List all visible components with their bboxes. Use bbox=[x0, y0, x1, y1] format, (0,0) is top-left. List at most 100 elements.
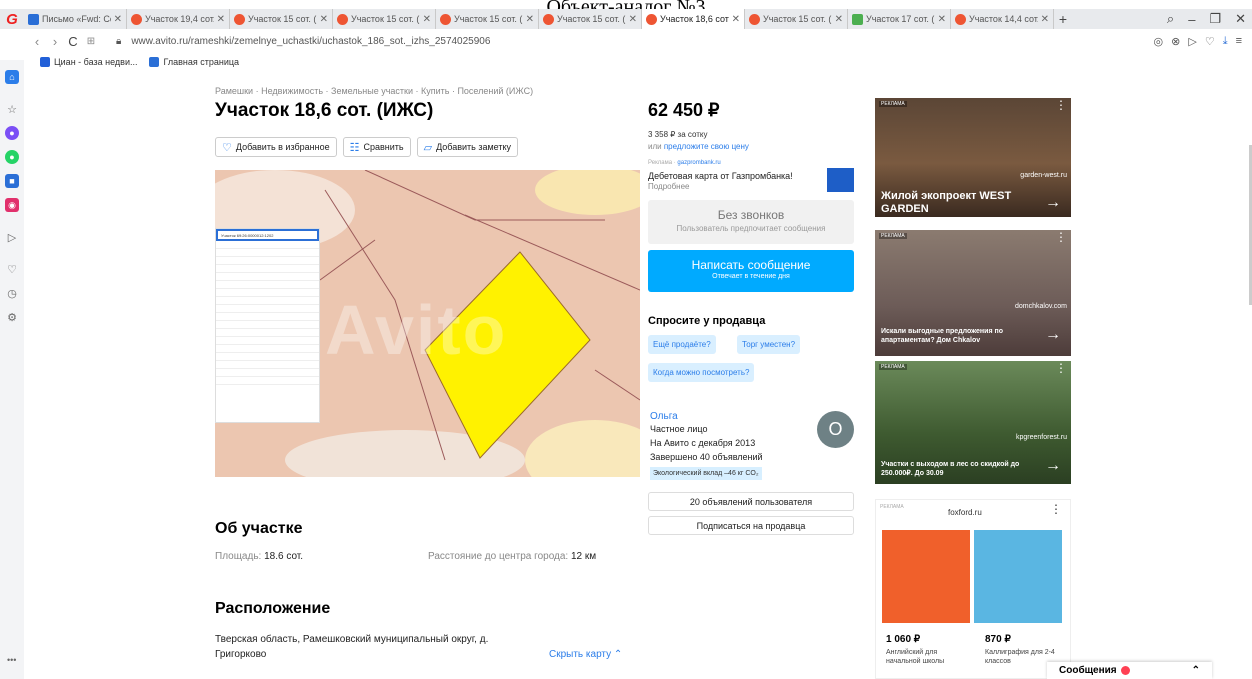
browser-tab[interactable]: Участок 19,4 сот. ✕ bbox=[127, 9, 230, 29]
camera-icon[interactable]: ◎ bbox=[1154, 35, 1164, 48]
info-row bbox=[216, 345, 319, 353]
add-note-button[interactable]: ▱ Добавить заметку bbox=[416, 137, 519, 157]
chevron-up-icon[interactable]: ⌃ bbox=[1192, 665, 1200, 676]
write-message-button[interactable]: Написать сообщение Отвечает в течение дн… bbox=[648, 250, 854, 292]
ad-menu-icon[interactable]: ⋮ bbox=[1055, 98, 1067, 112]
info-row bbox=[216, 361, 319, 369]
browser-logo-icon[interactable]: G bbox=[0, 9, 24, 29]
browser-tab[interactable]: Участок 15 сот. (И ✕ bbox=[230, 9, 333, 29]
close-tab-icon[interactable]: ✕ bbox=[629, 14, 637, 25]
close-tab-icon[interactable]: ✕ bbox=[938, 14, 946, 25]
browser-tab[interactable]: Письмо «Fwd: Со ✕ bbox=[24, 9, 127, 29]
whatsapp-icon[interactable]: ● bbox=[5, 150, 19, 164]
close-tab-icon[interactable]: ✕ bbox=[217, 14, 225, 25]
offer-price-link[interactable]: предложите свою цену bbox=[664, 142, 749, 151]
seller-name-link[interactable]: Ольга bbox=[650, 411, 678, 422]
reload-icon[interactable]: C bbox=[64, 34, 82, 49]
forward-icon[interactable]: › bbox=[46, 34, 64, 49]
heart-sidebar-icon[interactable]: ♡ bbox=[5, 262, 19, 276]
address-bar-tools: ◎ ⊗ ▷ ♡ ⤓ ≡ bbox=[1154, 29, 1242, 53]
avatar[interactable]: О bbox=[817, 411, 854, 448]
listing-photo-map[interactable]: Avito Участок 69:26:0000012:1202 bbox=[215, 170, 640, 477]
info-row bbox=[216, 377, 319, 385]
tab-title: Письмо «Fwd: Со bbox=[42, 14, 111, 24]
ad-menu-icon[interactable]: ⋮ bbox=[1055, 230, 1067, 244]
instagram-icon[interactable]: ◉ bbox=[5, 198, 19, 212]
back-icon[interactable]: ‹ bbox=[28, 34, 46, 49]
bookmark-icon[interactable]: ☆ bbox=[5, 102, 19, 116]
ad-banner-garden-west[interactable]: РЕКЛАМА ⋮ garden-west.ru Жилой экопроект… bbox=[875, 98, 1071, 217]
close-window-icon[interactable]: ✕ bbox=[1235, 11, 1246, 27]
minimize-icon[interactable]: – bbox=[1188, 12, 1195, 27]
close-tab-icon[interactable]: ✕ bbox=[732, 14, 740, 25]
browser-tab[interactable]: Участок 18,6 сот ✕ bbox=[642, 9, 745, 29]
compare-button[interactable]: ☷ Сравнить bbox=[342, 137, 411, 157]
user-ads-button[interactable]: 20 объявлений пользователя bbox=[648, 492, 854, 511]
close-tab-icon[interactable]: ✕ bbox=[423, 14, 431, 25]
ad-banner-greenforest[interactable]: РЕКЛАМА ⋮ kpgreenforest.ru Участки с вых… bbox=[875, 361, 1071, 484]
telegram-icon[interactable]: ■ bbox=[5, 174, 19, 188]
menu-icon[interactable]: ≡ bbox=[1236, 35, 1242, 47]
browser-tab[interactable]: Участок 15 сот. (И ✕ bbox=[745, 9, 848, 29]
window-controls: ⌕ – ❐ ✕ bbox=[1167, 9, 1252, 29]
new-tab-button[interactable]: + bbox=[1054, 11, 1072, 27]
clock-icon[interactable]: ◷ bbox=[5, 286, 19, 300]
url-field[interactable]: 🔒︎ www.avito.ru/rameshki/zemelnye_uchast… bbox=[116, 36, 490, 47]
heart-icon[interactable]: ♡ bbox=[1205, 35, 1215, 48]
info-row bbox=[216, 305, 319, 313]
browser-tab[interactable]: Участок 15 сот. (И ✕ bbox=[333, 9, 436, 29]
browser-tab[interactable]: Участок 15 сот. (И ✕ bbox=[436, 9, 539, 29]
add-favorite-button[interactable]: ♡ Добавить в избранное bbox=[215, 137, 337, 157]
messenger-icon[interactable]: ● bbox=[5, 126, 19, 140]
ad-image-english[interactable] bbox=[882, 530, 970, 623]
tab-title: Участок 15 сот. (И bbox=[763, 14, 832, 24]
browser-tab[interactable]: Участок 15 сот. (И ✕ bbox=[539, 9, 642, 29]
bookmark-home[interactable]: Главная страница bbox=[149, 57, 239, 67]
ad-price-1: 1 060 ₽ bbox=[886, 634, 921, 645]
gazprombank-logo[interactable] bbox=[827, 168, 854, 192]
ad-foxford[interactable]: РЕКЛАМА foxford.ru ⋮ 1 060 ₽ Английский … bbox=[875, 499, 1071, 679]
about-heading: Об участке bbox=[215, 520, 303, 537]
chip-still-selling[interactable]: Ещё продаёте? bbox=[648, 335, 716, 354]
play-sidebar-icon[interactable]: ▷ bbox=[5, 230, 19, 244]
extensions-icon[interactable]: ⊗ bbox=[1171, 35, 1180, 48]
hide-map-link[interactable]: Скрыть карту ⌃ bbox=[549, 649, 622, 660]
bookmark-cian[interactable]: Циан - база недви... bbox=[40, 57, 137, 67]
home-icon[interactable]: ⌂ bbox=[5, 70, 19, 84]
close-tab-icon[interactable]: ✕ bbox=[835, 14, 843, 25]
settings-icon[interactable]: ⚙ bbox=[5, 310, 19, 324]
download-icon[interactable]: ⤓ bbox=[1223, 35, 1228, 48]
close-tab-icon[interactable]: ✕ bbox=[1041, 14, 1049, 25]
ad-title[interactable]: Дебетовая карта от Газпромбанка! bbox=[648, 171, 793, 181]
ad-more-link[interactable]: Подробнее bbox=[648, 182, 690, 191]
browser-tab[interactable]: Участок 17 сот. (И ✕ bbox=[848, 9, 951, 29]
play-icon[interactable]: ▷ bbox=[1188, 35, 1196, 48]
breadcrumb[interactable]: Рамешки · Недвижимость · Земельные участ… bbox=[215, 86, 533, 96]
avito-favicon-icon bbox=[440, 13, 451, 25]
close-tab-icon[interactable]: ✕ bbox=[320, 14, 328, 25]
subscribe-button[interactable]: Подписаться на продавца bbox=[648, 516, 854, 535]
chip-when-view[interactable]: Когда можно посмотреть? bbox=[648, 363, 755, 382]
offer-price: или предложите свою цену bbox=[648, 142, 749, 151]
browser-tab[interactable]: Участок 14,4 сот. ✕ bbox=[951, 9, 1054, 29]
info-row bbox=[216, 313, 319, 321]
ad-image-calligraphy[interactable] bbox=[974, 530, 1062, 623]
cadastral-info-panel: Участок 69:26:0000012:1202 bbox=[215, 228, 320, 423]
ad-banner-chkalov[interactable]: РЕКЛАМА ⋮ domchkalov.com Искали выгодные… bbox=[875, 230, 1071, 356]
close-tab-icon[interactable]: ✕ bbox=[114, 14, 122, 25]
close-tab-icon[interactable]: ✕ bbox=[526, 14, 534, 25]
restore-icon[interactable]: ❐ bbox=[1209, 11, 1221, 27]
eco-badge[interactable]: Экологический вклад –46 кг CO₂ bbox=[650, 467, 762, 480]
search-icon[interactable]: ⌕ bbox=[1167, 11, 1174, 27]
avito-favicon-icon bbox=[955, 13, 966, 25]
seller-since: На Авито с декабря 2013 bbox=[650, 438, 756, 448]
chip-bargain[interactable]: Торг уместен? bbox=[737, 335, 801, 354]
grid-icon[interactable]: ⊞ bbox=[82, 36, 100, 47]
unread-badge bbox=[1120, 666, 1130, 675]
messages-widget[interactable]: Сообщения ⌃ bbox=[1047, 662, 1212, 679]
ad-menu-icon[interactable]: ⋮ bbox=[1050, 502, 1062, 516]
no-calls-button[interactable]: Без звонков Пользователь предпочитает со… bbox=[648, 200, 854, 244]
ad-menu-icon[interactable]: ⋮ bbox=[1055, 361, 1067, 375]
ad-domain-link[interactable]: gazprombank.ru bbox=[677, 160, 720, 166]
more-icon[interactable]: ••• bbox=[7, 655, 16, 665]
